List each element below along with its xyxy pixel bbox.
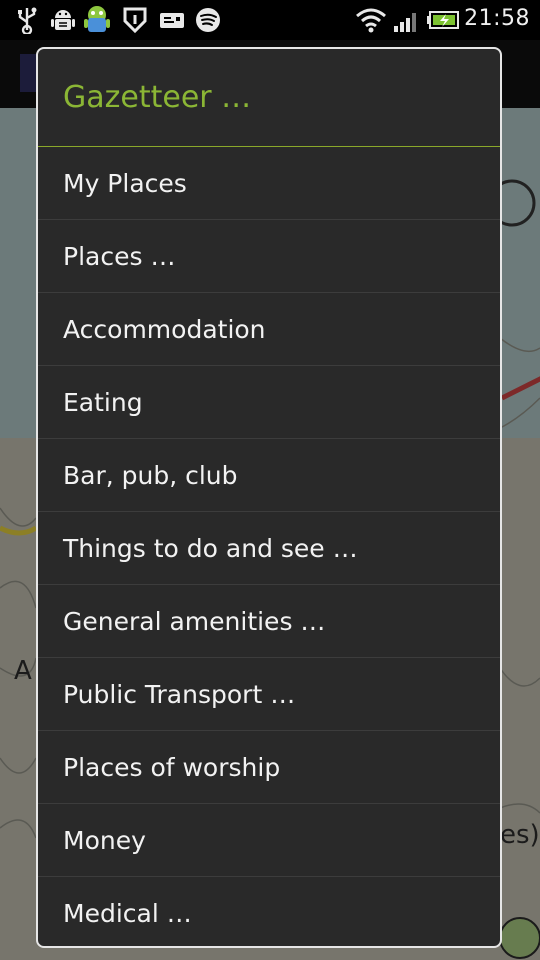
menu-item-places[interactable]: Places …	[38, 220, 500, 293]
menu-item-eating[interactable]: Eating	[38, 366, 500, 439]
battery-charging-icon	[427, 11, 459, 29]
status-bar: 21:58	[0, 0, 540, 40]
dialog-menu-list: My Places Places … Accommodation Eating …	[38, 147, 500, 946]
menu-item-money[interactable]: Money	[38, 804, 500, 877]
menu-item-accommodation[interactable]: Accommodation	[38, 293, 500, 366]
screen: 21:58 A es) Gazetteer … My Places Places…	[0, 0, 540, 960]
menu-item-places-of-worship[interactable]: Places of worship	[38, 731, 500, 804]
menu-item-public-transport[interactable]: Public Transport …	[38, 658, 500, 731]
spotify-icon	[196, 8, 220, 32]
menu-item-general-amenities[interactable]: General amenities …	[38, 585, 500, 658]
menu-item-my-places[interactable]: My Places	[38, 147, 500, 220]
signal-icon	[394, 13, 416, 32]
gazetteer-dialog: Gazetteer … My Places Places … Accommoda…	[36, 47, 502, 948]
app-shield-icon	[123, 7, 147, 34]
usb-icon	[18, 7, 37, 34]
menu-item-things-to-do[interactable]: Things to do and see …	[38, 512, 500, 585]
android-mascot-icon	[84, 6, 110, 32]
dialog-title: Gazetteer …	[38, 49, 500, 147]
status-time: 21:58	[464, 6, 530, 31]
message-icon	[160, 13, 184, 28]
android-debug-icon	[51, 10, 75, 30]
wifi-icon	[356, 8, 386, 33]
menu-item-bar-pub-club[interactable]: Bar, pub, club	[38, 439, 500, 512]
menu-item-medical[interactable]: Medical …	[38, 877, 500, 946]
